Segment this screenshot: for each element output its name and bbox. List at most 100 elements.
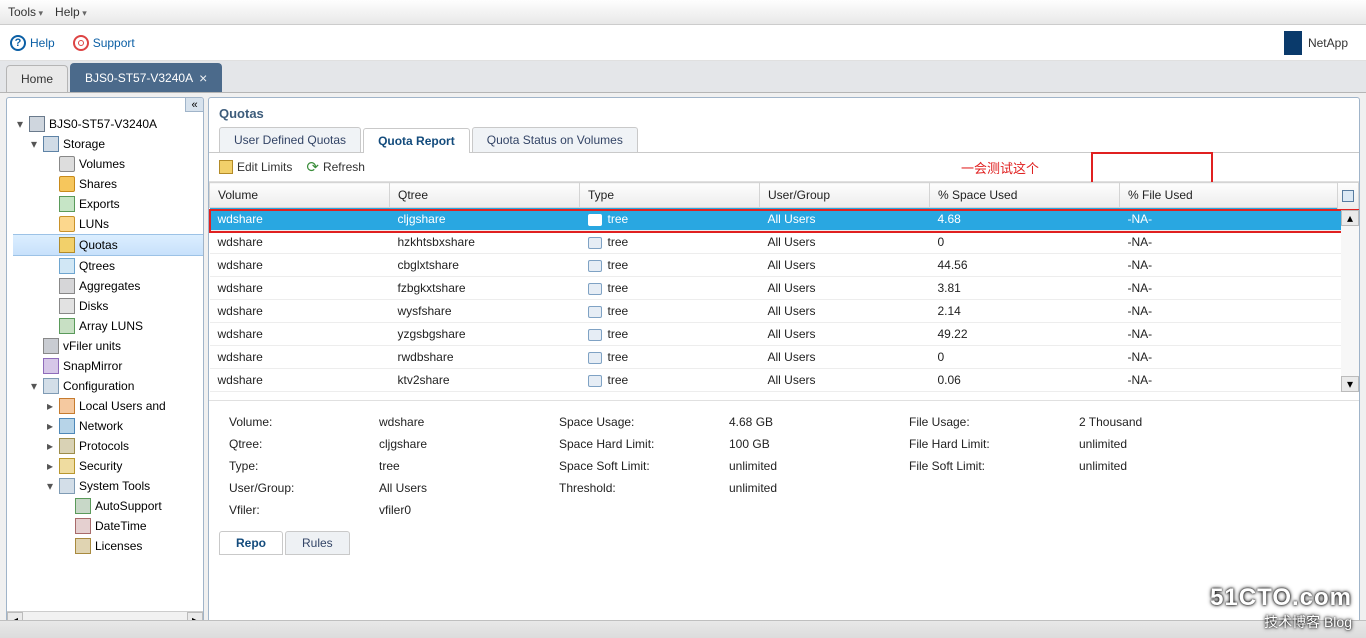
col-qtree[interactable]: Qtree	[390, 183, 580, 208]
brand: NetApp	[1284, 31, 1348, 55]
annotation-text: 一会测试这个	[961, 158, 1039, 177]
lbl-vfiler: Vfiler:	[229, 503, 379, 517]
tree-volumes[interactable]: Volumes	[13, 154, 203, 174]
tree-storage[interactable]: ▾Storage	[13, 134, 203, 154]
table-row[interactable]: wdsharefzbgkxtsharetreeAll Users3.81-NA-	[210, 277, 1359, 300]
tab-user-defined-quotas[interactable]: User Defined Quotas	[219, 127, 361, 152]
column-chooser-button[interactable]	[1337, 182, 1359, 210]
tree-node-root[interactable]: ▾BJS0-ST57-V3240A	[13, 114, 203, 134]
col-file-used[interactable]: % File Used	[1120, 183, 1359, 208]
menubar: Tools Help	[0, 0, 1366, 25]
autosupport-icon	[75, 498, 91, 514]
table-row[interactable]: wdsharecljgsharetreeAll Users4.68-NA-	[210, 208, 1359, 231]
brand-logo-icon	[1284, 31, 1302, 55]
tree-licenses[interactable]: Licenses	[13, 536, 203, 556]
col-volume[interactable]: Volume	[210, 183, 390, 208]
support-button[interactable]: Support	[73, 35, 135, 51]
grid-vscrollbar[interactable]: ▴ ▾	[1341, 210, 1359, 392]
panel-title: Quotas	[209, 98, 1359, 127]
tree-type-icon	[588, 306, 602, 318]
tree-datetime[interactable]: DateTime	[13, 516, 203, 536]
tree-autosupport[interactable]: AutoSupport	[13, 496, 203, 516]
tree-local-users[interactable]: ▸Local Users and	[13, 396, 203, 416]
edit-icon	[219, 160, 233, 174]
tree-type-icon	[588, 352, 602, 364]
tab-report-bottom[interactable]: Repo	[219, 531, 283, 555]
grid-header-row: Volume Qtree Type User/Group % Space Use…	[210, 183, 1359, 208]
tab-node-label: BJS0-ST57-V3240A	[85, 71, 193, 85]
volume-icon	[59, 156, 75, 172]
col-usergroup[interactable]: User/Group	[760, 183, 930, 208]
tree-disks[interactable]: Disks	[13, 296, 203, 316]
nav-tree: ▾BJS0-ST57-V3240A ▾Storage Volumes Share…	[7, 98, 203, 611]
lbl-file-usage: File Usage:	[909, 415, 1079, 429]
node-icon	[29, 116, 45, 132]
lbl-threshold: Threshold:	[559, 481, 729, 495]
tab-quota-status[interactable]: Quota Status on Volumes	[472, 127, 638, 152]
table-row[interactable]: wdsharektv2sharetreeAll Users0.06-NA-	[210, 369, 1359, 392]
support-label: Support	[93, 36, 135, 50]
bottom-tabs: Repo Rules	[209, 527, 1359, 561]
col-type[interactable]: Type	[580, 183, 760, 208]
table-row[interactable]: wdsharerwdbsharetreeAll Users0-NA-	[210, 346, 1359, 369]
array-icon	[59, 318, 75, 334]
tree-network[interactable]: ▸Network	[13, 416, 203, 436]
menu-help[interactable]: Help	[55, 5, 87, 19]
security-icon	[59, 458, 75, 474]
quota-grid: Volume Qtree Type User/Group % Space Use…	[209, 182, 1359, 392]
help-icon: ?	[10, 35, 26, 51]
grid-wrap: Volume Qtree Type User/Group % Space Use…	[209, 182, 1359, 392]
tree-protocols[interactable]: ▸Protocols	[13, 436, 203, 456]
exports-icon	[59, 196, 75, 212]
subtabs: User Defined Quotas Quota Report Quota S…	[209, 127, 1359, 153]
help-button[interactable]: ? Help	[10, 35, 55, 51]
tab-quota-report[interactable]: Quota Report	[363, 128, 470, 153]
menu-tools[interactable]: Tools	[8, 5, 43, 19]
users-icon	[59, 398, 75, 414]
tree-exports[interactable]: Exports	[13, 194, 203, 214]
protocols-icon	[59, 438, 75, 454]
edit-limits-button[interactable]: Edit Limits	[219, 160, 292, 174]
table-row[interactable]: wdsharewysfsharetreeAll Users2.14-NA-	[210, 300, 1359, 323]
table-row[interactable]: wdsharehzkhtsbxsharetreeAll Users0-NA-	[210, 231, 1359, 254]
val-type: tree	[379, 459, 559, 473]
tree-shares[interactable]: Shares	[13, 174, 203, 194]
lbl-space-usage: Space Usage:	[559, 415, 729, 429]
quota-icon	[59, 237, 75, 253]
close-icon[interactable]: ×	[199, 70, 207, 86]
tree-qtrees[interactable]: Qtrees	[13, 256, 203, 276]
tree-type-icon	[588, 375, 602, 387]
table-row[interactable]: wdsharecbglxtsharetreeAll Users44.56-NA-	[210, 254, 1359, 277]
tree-aggregates[interactable]: Aggregates	[13, 276, 203, 296]
tree-system-tools[interactable]: ▾System Tools	[13, 476, 203, 496]
snapmirror-icon	[43, 358, 59, 374]
lbl-file-soft: File Soft Limit:	[909, 459, 1079, 473]
val-threshold: unlimited	[729, 481, 909, 495]
tree-array-luns[interactable]: Array LUNS	[13, 316, 203, 336]
val-usergroup: All Users	[379, 481, 559, 495]
tab-rules-bottom[interactable]: Rules	[285, 531, 350, 555]
col-space-used[interactable]: % Space Used	[930, 183, 1120, 208]
lbl-file-hard: File Hard Limit:	[909, 437, 1079, 451]
tree-configuration[interactable]: ▾Configuration	[13, 376, 203, 396]
scroll-up-icon[interactable]: ▴	[1341, 210, 1359, 226]
tree-vfiler[interactable]: vFiler units	[13, 336, 203, 356]
tree-snapmirror[interactable]: SnapMirror	[13, 356, 203, 376]
tree-type-icon	[588, 283, 602, 295]
collapse-sidebar-button[interactable]: «	[185, 98, 203, 112]
details-panel: Volume: wdshare Space Usage: 4.68 GB Fil…	[209, 400, 1359, 527]
lbl-space-soft: Space Soft Limit:	[559, 459, 729, 473]
lbl-usergroup: User/Group:	[229, 481, 379, 495]
tree-security[interactable]: ▸Security	[13, 456, 203, 476]
refresh-button[interactable]: ⟳ Refresh	[306, 158, 365, 176]
tree-luns[interactable]: LUNs	[13, 214, 203, 234]
table-row[interactable]: wdshareyzgsbgsharetreeAll Users49.22-NA-	[210, 323, 1359, 346]
help-label: Help	[30, 36, 55, 50]
tab-home[interactable]: Home	[6, 65, 68, 92]
tree-quotas[interactable]: Quotas	[13, 234, 203, 256]
tab-node[interactable]: BJS0-ST57-V3240A ×	[70, 63, 222, 92]
val-file-usage: 2 Thousand	[1079, 415, 1259, 429]
vfiler-icon	[43, 338, 59, 354]
scroll-down-icon[interactable]: ▾	[1341, 376, 1359, 392]
val-volume: wdshare	[379, 415, 559, 429]
